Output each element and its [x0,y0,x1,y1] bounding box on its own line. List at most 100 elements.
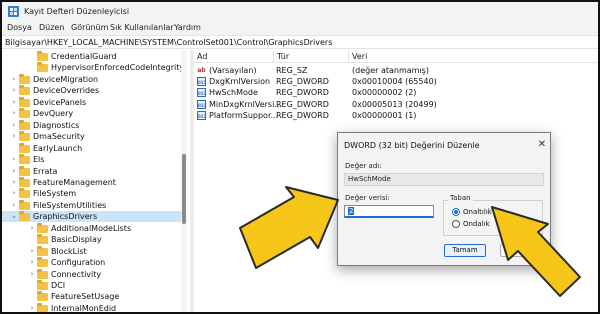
value-data-input[interactable]: 2 [344,205,434,218]
chevron-right-icon[interactable]: › [10,120,18,131]
menu-help[interactable]: Yardım [174,23,201,32]
chevron-right-icon[interactable]: › [28,257,36,268]
tree-item-label: FileSystemUtilities [33,200,107,210]
base-group [443,200,543,236]
folder-icon [19,176,30,187]
tree-scrollbar-thumb[interactable] [182,154,186,224]
tree-item[interactable]: › InternalMonEdid [2,302,181,312]
tree-item-label: FeatureSetUsage [51,292,120,302]
menu-view[interactable]: Görünüm [71,23,108,32]
decimal-label[interactable]: Ondalık [463,220,490,228]
hexadecimal-radio[interactable] [452,208,460,216]
ok-button[interactable]: Tamam [444,244,486,257]
tree-item[interactable]: ⌄ GraphicsDrivers [2,211,181,223]
tree-item[interactable]: › DevicePanels [2,96,181,108]
tree-item[interactable]: › FeatureManagement [2,176,181,188]
folder-icon [19,131,30,142]
value-row[interactable]: 011 HwSchMode REG_DWORD 0x00000002 (2) [194,87,598,98]
dword-value-icon: 011 [197,88,206,98]
address-path[interactable]: Bilgisayar\HKEY_LOCAL_MACHINE\SYSTEM\Con… [5,38,332,47]
tree-item[interactable]: › BlockList [2,245,181,257]
tree-item-label: DevQuery [33,109,74,119]
folder-icon [37,62,48,73]
tree-item[interactable]: › Els [2,154,181,165]
value-row[interactable]: ab (Varsayılan) REG_SZ (değer atanmamış) [194,65,598,76]
value-type: REG_DWORD [276,99,329,109]
tree-item-label: GraphicsDrivers [33,212,98,222]
chevron-right-icon[interactable]: › [10,166,18,177]
tree-item-label: Errata [33,166,58,176]
tree-item[interactable]: HypervisorEnforcedCodeIntegrity [2,62,184,73]
chevron-right-icon[interactable]: › [28,246,36,257]
chevron-right-icon[interactable]: › [10,200,18,211]
menu-file[interactable]: Dosya [7,23,32,32]
chevron-right-icon[interactable]: › [10,85,18,96]
chevron-down-icon[interactable]: ⌄ [10,211,18,222]
chevron-right-icon[interactable]: › [28,303,36,312]
value-type: REG_DWORD [276,77,329,87]
chevron-right-icon[interactable]: › [28,223,36,234]
tree-item-label: Els [33,155,45,165]
value-data: (değer atanmamış) [352,66,429,75]
chevron-right-icon[interactable]: › [10,154,18,165]
close-icon[interactable]: ✕ [536,139,548,150]
tree-item[interactable]: › Configuration [2,257,181,268]
tree-item-label: BlockList [51,246,87,256]
address-bar[interactable]: Bilgisayar\HKEY_LOCAL_MACHINE\SYSTEM\Con… [2,35,598,49]
tree-item[interactable]: CredentialGuard [2,51,181,62]
edit-dword-dialog: DWORD (32 bit) Değerini Düzenle ✕ Değer … [337,132,551,266]
tree-item[interactable]: › DmaSecurity [2,131,181,142]
tree-scrollbar[interactable] [181,50,187,312]
tree-item-label: CredentialGuard [51,52,117,61]
value-row[interactable]: 011 PlatformSuppor... REG_DWORD 0x00000001 … [194,110,598,121]
tree-item-label: FileSystem [33,189,77,199]
tree-item[interactable]: › FileSystemUtilities [2,199,181,211]
cancel-button[interactable]: İptal [500,244,542,257]
value-row[interactable]: 011 MinDxgKrnlVersi... REG_DWORD 0x00005013… [194,99,598,110]
column-header-type[interactable]: Tür [274,50,349,63]
tree-item-label: Connectivity [51,269,102,279]
menu-edit[interactable]: Düzen [39,23,64,32]
menu-favorites[interactable]: Sık Kullanılanlar [110,23,174,32]
value-name: PlatformSuppor... [209,110,279,120]
chevron-right-icon[interactable]: › [28,269,36,280]
decimal-radio[interactable] [452,220,460,228]
tree-item[interactable]: › Diagnostics [2,119,181,131]
chevron-right-icon[interactable]: › [10,177,18,188]
column-header-data[interactable]: Veri [349,50,598,63]
folder-icon [37,222,48,233]
key-tree[interactable]: CredentialGuard HypervisorEnforcedCodeInt… [2,50,190,312]
tree-item[interactable]: EarlyLaunch [2,142,181,154]
tree-item[interactable]: DCI [2,280,181,291]
folder-icon [19,199,30,210]
tree-item-label: DeviceMigration [33,74,99,84]
tree-item[interactable]: BasicDisplay [2,234,181,245]
value-data-label: Değer verisi: [345,194,390,202]
dialog-title: DWORD (32 bit) Değerini Düzenle [344,141,480,150]
base-group-label: Taban [448,194,473,202]
value-type: REG_SZ [276,66,308,75]
tree-item[interactable]: › AdditionalModeLists [2,222,181,234]
tree-item[interactable]: › Errata [2,165,181,177]
tree-item[interactable]: › FileSystem [2,188,181,199]
value-name: (Varsayılan) [209,66,257,75]
chevron-right-icon[interactable]: › [10,131,18,142]
tree-item[interactable]: FeatureSetUsage [2,291,181,302]
tree-item[interactable]: › DevQuery [2,108,181,119]
hexadecimal-label[interactable]: Onaltılık [463,208,492,216]
chevron-right-icon[interactable]: › [10,188,18,199]
value-data: 0x00000002 (2) [352,88,417,98]
chevron-right-icon[interactable]: › [10,97,18,108]
tree-item[interactable]: › DeviceOverrides [2,85,181,96]
tree-item[interactable]: › Connectivity [2,268,181,280]
folder-icon [19,154,30,165]
chevron-right-icon[interactable]: › [10,108,18,119]
tree-item-label: Configuration [51,258,106,268]
value-row[interactable]: 011 DxgKrnlVersion REG_DWORD 0x00010004 (65… [194,76,598,87]
menu-bar: Dosya Düzen Görünüm Sık Kullanılanlar Ya… [2,21,598,35]
column-header-name[interactable]: Ad [194,50,274,63]
tree-item[interactable]: › DeviceMigration [2,73,181,85]
folder-icon [37,245,48,256]
chevron-right-icon[interactable]: › [10,74,18,85]
folder-icon [37,280,48,290]
